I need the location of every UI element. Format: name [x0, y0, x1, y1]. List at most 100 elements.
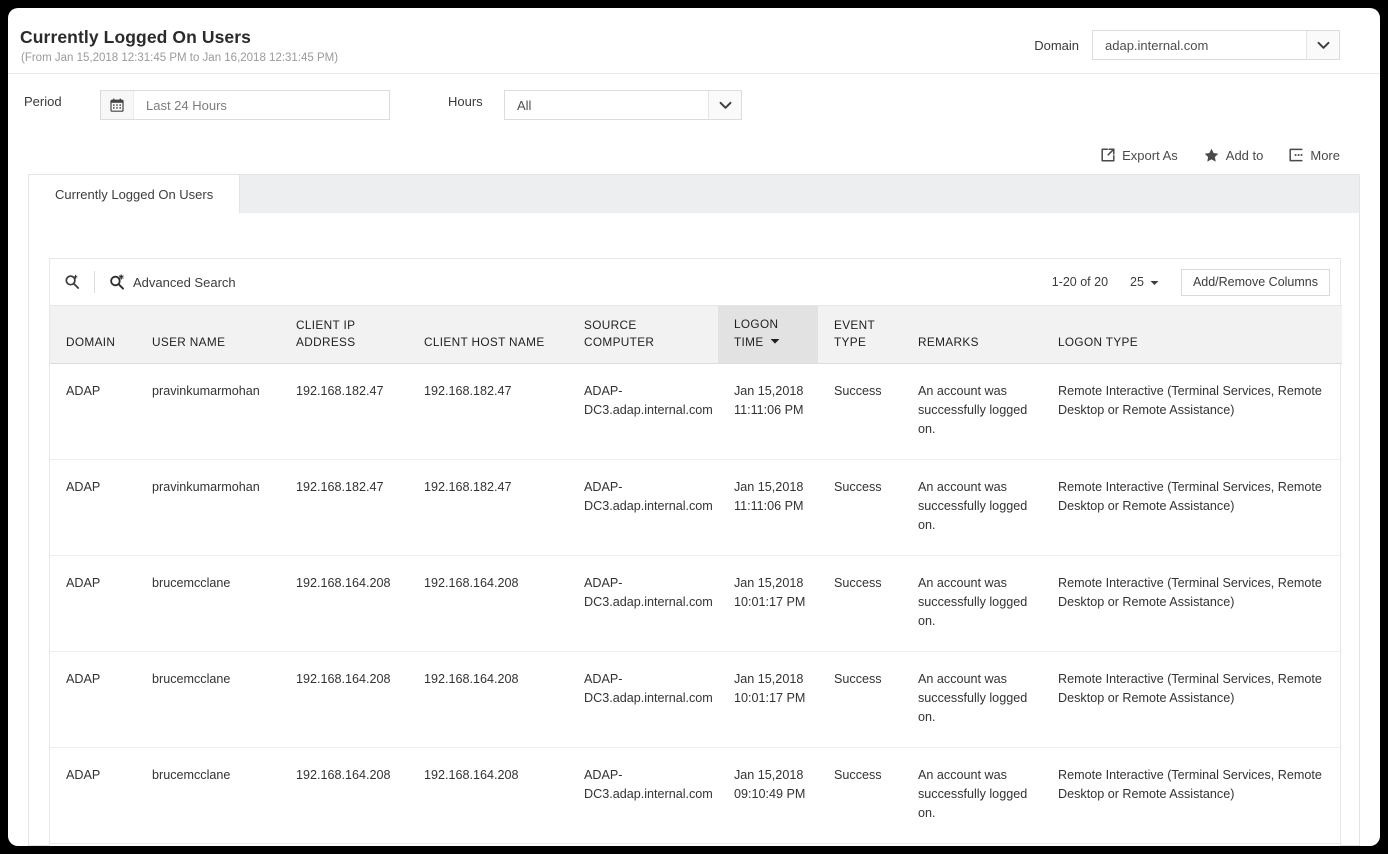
table-row[interactable]: ADAPpravinkumarmohan192.168.182.47192.16… — [50, 460, 1342, 556]
cell-user-name: brucemcclane — [136, 748, 280, 844]
column-header-source-computer[interactable]: SOURCE COMPUTER — [568, 306, 718, 364]
search-icon[interactable] — [64, 274, 80, 290]
export-icon — [1101, 148, 1115, 162]
cell-remarks: An account was successfully logged on. — [902, 364, 1042, 460]
page-size-dropdown[interactable]: 25 — [1130, 275, 1159, 289]
column-header-event-type[interactable]: EVENT TYPE — [818, 306, 902, 364]
cell-client-ip: 192.168.164.208 — [280, 652, 408, 748]
period-label: Period — [24, 94, 62, 109]
add-to-button[interactable]: Add to — [1204, 148, 1264, 163]
column-header-domain[interactable]: DOMAIN — [50, 306, 136, 364]
chevron-down-icon[interactable] — [708, 91, 741, 119]
cell-event-type: Success — [818, 364, 902, 460]
cell-client-host: 192.168.164.208 — [408, 556, 568, 652]
cell-source-computer: ADAP-DC3.adap.internal.com — [568, 556, 718, 652]
cell-client-host: 192.168.182.47 — [408, 460, 568, 556]
cell-client-ip: 192.168.182.47 — [280, 364, 408, 460]
cell-user-name: pravinkumarmohan — [136, 364, 280, 460]
column-header-label: DOMAIN — [50, 334, 136, 351]
star-icon — [1204, 148, 1219, 162]
cell-user-name: brucemcclane — [136, 652, 280, 748]
column-header-logon-time[interactable]: LOGON TIME — [718, 306, 818, 364]
period-value: Last 24 Hours — [134, 91, 239, 119]
more-label: More — [1310, 148, 1340, 163]
cell-domain: ADAP — [50, 844, 136, 847]
toolbar-divider — [94, 271, 95, 293]
table-header: DOMAIN USER NAME CLIENT IP ADDRESS CLIEN… — [50, 306, 1342, 364]
advanced-search-button[interactable]: Advanced Search — [109, 274, 236, 290]
cell-client-ip: 192.168.164.208 — [280, 748, 408, 844]
hours-select-value: All — [505, 91, 543, 119]
cell-client-ip: 192.168.182.47 — [280, 460, 408, 556]
data-grid-container: Advanced Search 1-20 of 20 25 Add/Remove… — [49, 258, 1341, 846]
tab-panel: Advanced Search 1-20 of 20 25 Add/Remove… — [28, 213, 1360, 846]
cell-remarks: An account was successfully logged on. — [902, 748, 1042, 844]
cell-logon-type: Remote Interactive (Terminal Services, R… — [1042, 748, 1342, 844]
cell-source-computer: ADAP-DC3.adap.internal.com — [568, 844, 718, 847]
cell-logon-type: Remote Interactive (Terminal Services, R… — [1042, 844, 1342, 847]
cell-client-ip: 192.168.164.208 — [280, 556, 408, 652]
cell-logon-type: Remote Interactive (Terminal Services, R… — [1042, 460, 1342, 556]
column-header-label: SOURCE COMPUTER — [568, 317, 718, 351]
column-header-label: USER NAME — [136, 334, 280, 351]
table-row[interactable]: ADAPbrucemcclane192.168.164.208192.168.1… — [50, 844, 1342, 847]
cell-domain: ADAP — [50, 460, 136, 556]
tab-bar: Currently Logged On Users — [28, 174, 1360, 213]
cell-domain: ADAP — [50, 556, 136, 652]
cell-domain: ADAP — [50, 364, 136, 460]
cell-client-host: 192.168.182.47 — [408, 364, 568, 460]
chevron-down-icon — [1150, 275, 1159, 289]
add-to-label: Add to — [1226, 148, 1264, 163]
hours-select[interactable]: All — [504, 90, 742, 120]
column-header-label: EVENT TYPE — [818, 317, 902, 351]
column-header-logon-type[interactable]: LOGON TYPE — [1042, 306, 1342, 364]
column-header-remarks[interactable]: REMARKS — [902, 306, 1042, 364]
cell-source-computer: ADAP-DC3.adap.internal.com — [568, 364, 718, 460]
tab-currently-logged-on-users[interactable]: Currently Logged On Users — [29, 174, 240, 214]
cell-domain: ADAP — [50, 748, 136, 844]
cell-remarks: An account was successfully logged on. — [902, 556, 1042, 652]
domain-label: Domain — [1034, 38, 1079, 53]
column-header-label: REMARKS — [902, 334, 1042, 351]
cell-event-type: Success — [818, 844, 902, 847]
table-row[interactable]: ADAPpravinkumarmohan192.168.182.47192.16… — [50, 364, 1342, 460]
column-header-client-host-name[interactable]: CLIENT HOST NAME — [408, 306, 568, 364]
export-as-button[interactable]: Export As — [1101, 148, 1178, 163]
cell-client-host: 192.168.164.208 — [408, 844, 568, 847]
cell-domain: ADAP — [50, 652, 136, 748]
column-header-client-ip-address[interactable]: CLIENT IP ADDRESS — [280, 306, 408, 364]
cell-logon-time: Jan 15,2018 11:11:06 PM — [718, 460, 818, 556]
table-row[interactable]: ADAPbrucemcclane192.168.164.208192.168.1… — [50, 652, 1342, 748]
cell-client-ip: 192.168.164.208 — [280, 844, 408, 847]
column-header-label: CLIENT IP ADDRESS — [280, 317, 408, 351]
column-header-label: CLIENT HOST NAME — [408, 334, 568, 351]
cell-user-name: pravinkumarmohan — [136, 460, 280, 556]
domain-select-value: adap.internal.com — [1093, 31, 1220, 59]
cell-user-name: brucemcclane — [136, 556, 280, 652]
hours-label: Hours — [448, 94, 483, 109]
domain-select[interactable]: adap.internal.com — [1092, 30, 1340, 60]
page-header: Currently Logged On Users (From Jan 15,2… — [8, 8, 1380, 74]
more-button[interactable]: More — [1289, 148, 1340, 163]
cell-client-host: 192.168.164.208 — [408, 652, 568, 748]
report-page: Currently Logged On Users (From Jan 15,2… — [8, 8, 1380, 846]
add-remove-columns-button[interactable]: Add/Remove Columns — [1181, 269, 1330, 296]
cell-logon-type: Remote Interactive (Terminal Services, R… — [1042, 556, 1342, 652]
cell-remarks: An account was successfully logged on. — [902, 844, 1042, 847]
grid-toolbar-right: 1-20 of 20 25 Add/Remove Columns — [1052, 259, 1330, 305]
column-header-user-name[interactable]: USER NAME — [136, 306, 280, 364]
cell-remarks: An account was successfully logged on. — [902, 460, 1042, 556]
chevron-down-icon[interactable] — [1306, 31, 1339, 59]
table-body: ADAPpravinkumarmohan192.168.182.47192.16… — [50, 364, 1342, 847]
period-input[interactable]: Last 24 Hours — [100, 90, 390, 120]
filter-bar: Period Last 24 Hours Hours — [8, 74, 1380, 136]
cell-logon-type: Remote Interactive (Terminal Services, R… — [1042, 364, 1342, 460]
table-row[interactable]: ADAPbrucemcclane192.168.164.208192.168.1… — [50, 748, 1342, 844]
pager-count: 1-20 of 20 — [1052, 275, 1108, 289]
table-row[interactable]: ADAPbrucemcclane192.168.164.208192.168.1… — [50, 556, 1342, 652]
cell-user-name: brucemcclane — [136, 844, 280, 847]
export-as-label: Export As — [1122, 148, 1178, 163]
domain-selector: Domain adap.internal.com — [1034, 30, 1340, 60]
action-toolbar: Export As Add to More — [8, 136, 1380, 174]
advanced-search-icon — [109, 274, 125, 290]
